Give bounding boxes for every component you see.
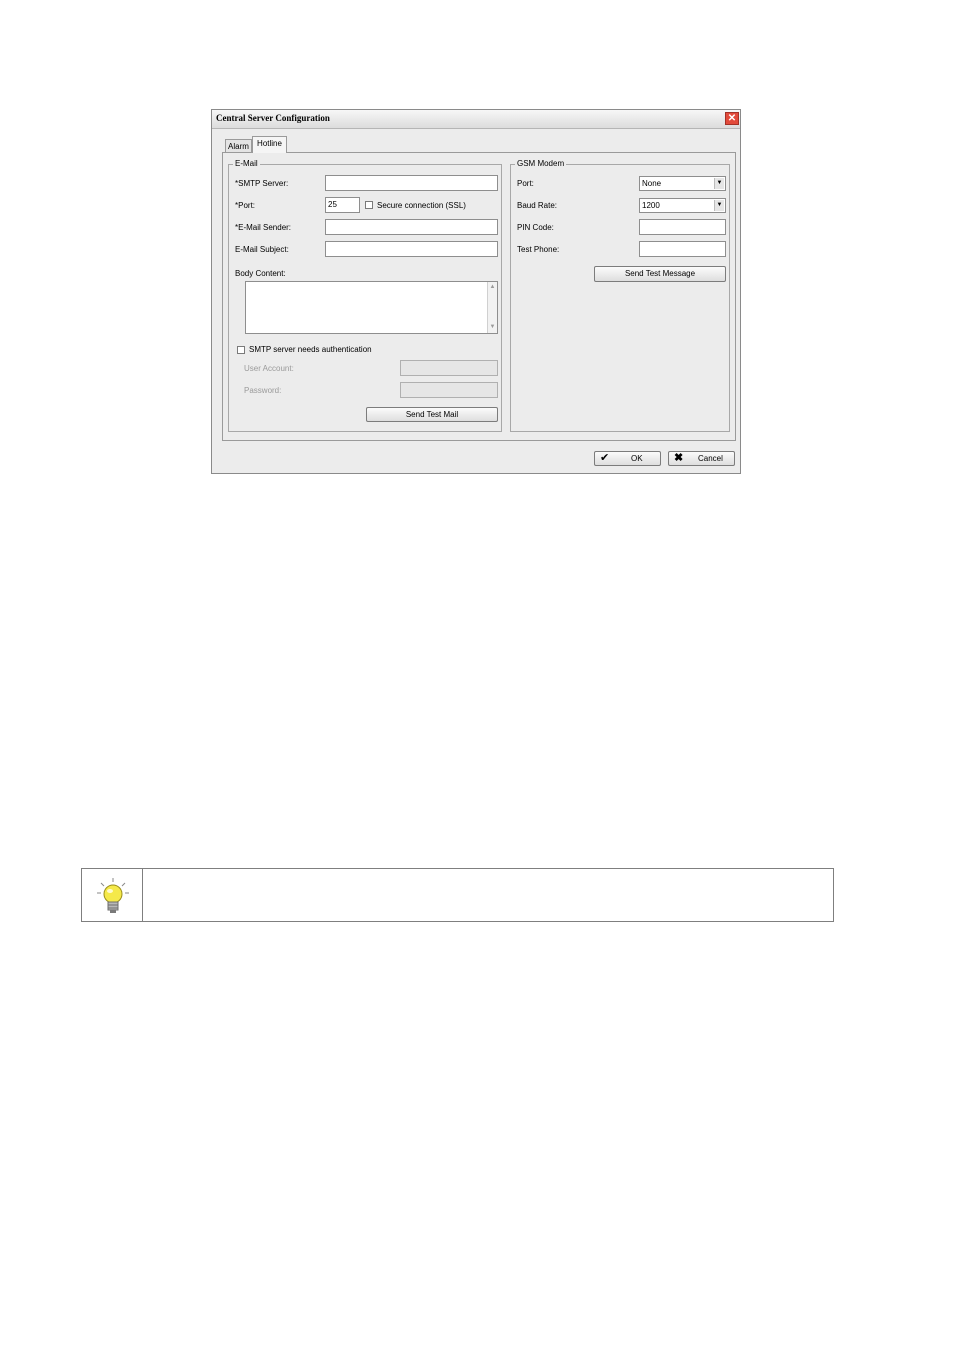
lightbulb-icon bbox=[97, 878, 129, 913]
user-account-input[interactable] bbox=[400, 360, 498, 376]
tip-box bbox=[81, 868, 834, 922]
body-content-label: Body Content: bbox=[235, 269, 286, 278]
email-subject-input[interactable] bbox=[325, 241, 498, 257]
body-content-textarea[interactable]: ▲ ▼ bbox=[245, 281, 498, 334]
x-mark-icon: ✖ bbox=[674, 452, 684, 464]
test-phone-input[interactable] bbox=[639, 241, 726, 257]
baud-rate-label: Baud Rate: bbox=[517, 201, 558, 210]
port-input[interactable]: 25 bbox=[325, 197, 360, 213]
smtp-server-input[interactable] bbox=[325, 175, 498, 191]
tab-alarm[interactable]: Alarm bbox=[225, 139, 252, 153]
ok-button-label: OK bbox=[631, 454, 643, 463]
dialog-title: Central Server Configuration bbox=[216, 113, 330, 123]
ok-button[interactable]: ✔ OK bbox=[594, 451, 661, 466]
chevron-down-icon[interactable]: ▼ bbox=[714, 200, 724, 211]
user-account-label: User Account: bbox=[244, 364, 294, 373]
email-sender-input[interactable] bbox=[325, 219, 498, 235]
baud-rate-select[interactable]: 1200 ▼ bbox=[639, 198, 726, 213]
send-test-message-button[interactable]: Send Test Message bbox=[594, 266, 726, 282]
email-group-legend: E-Mail bbox=[233, 159, 260, 168]
gsm-port-label: Port: bbox=[517, 179, 534, 188]
cancel-button-label: Cancel bbox=[698, 454, 723, 463]
gsm-port-value: None bbox=[642, 179, 662, 188]
scroll-down-icon[interactable]: ▼ bbox=[488, 323, 497, 332]
password-label: Password: bbox=[244, 386, 282, 395]
checkmark-icon: ✔ bbox=[600, 452, 610, 464]
smtp-server-label: *SMTP Server: bbox=[235, 179, 289, 188]
secure-connection-label: Secure connection (SSL) bbox=[377, 201, 466, 210]
tip-divider bbox=[142, 869, 143, 921]
chevron-down-icon[interactable]: ▼ bbox=[714, 178, 724, 189]
scroll-up-icon[interactable]: ▲ bbox=[488, 283, 497, 292]
close-button[interactable]: ✕ bbox=[725, 112, 739, 125]
gsm-group-legend: GSM Modem bbox=[515, 159, 567, 168]
title-bar[interactable]: Central Server Configuration ✕ bbox=[212, 110, 740, 129]
email-group: E-Mail *SMTP Server: *Port: 25 Secure co… bbox=[228, 159, 502, 432]
central-server-configuration-dialog: Central Server Configuration ✕ Alarm Hot… bbox=[211, 109, 741, 474]
send-test-mail-button[interactable]: Send Test Mail bbox=[366, 407, 498, 422]
hotline-tab-panel: E-Mail *SMTP Server: *Port: 25 Secure co… bbox=[222, 152, 736, 441]
password-input[interactable] bbox=[400, 382, 498, 398]
smtp-auth-label: SMTP server needs authentication bbox=[249, 345, 372, 354]
pin-code-label: PIN Code: bbox=[517, 223, 554, 232]
smtp-auth-checkbox[interactable] bbox=[237, 346, 245, 354]
email-sender-label: *E-Mail Sender: bbox=[235, 223, 292, 232]
port-label: *Port: bbox=[235, 201, 256, 210]
pin-code-input[interactable] bbox=[639, 219, 726, 235]
close-icon: ✕ bbox=[727, 113, 737, 124]
tab-hotline[interactable]: Hotline bbox=[252, 136, 287, 153]
baud-rate-value: 1200 bbox=[642, 201, 660, 210]
secure-connection-checkbox[interactable] bbox=[365, 201, 373, 209]
body-scrollbar[interactable]: ▲ ▼ bbox=[487, 282, 497, 333]
email-subject-label: E-Mail Subject: bbox=[235, 245, 289, 254]
gsm-port-select[interactable]: None ▼ bbox=[639, 176, 726, 191]
gsm-modem-group: GSM Modem Port: None ▼ Baud Rate: 1200 ▼… bbox=[510, 159, 730, 432]
cancel-button[interactable]: ✖ Cancel bbox=[668, 451, 735, 466]
test-phone-label: Test Phone: bbox=[517, 245, 560, 254]
